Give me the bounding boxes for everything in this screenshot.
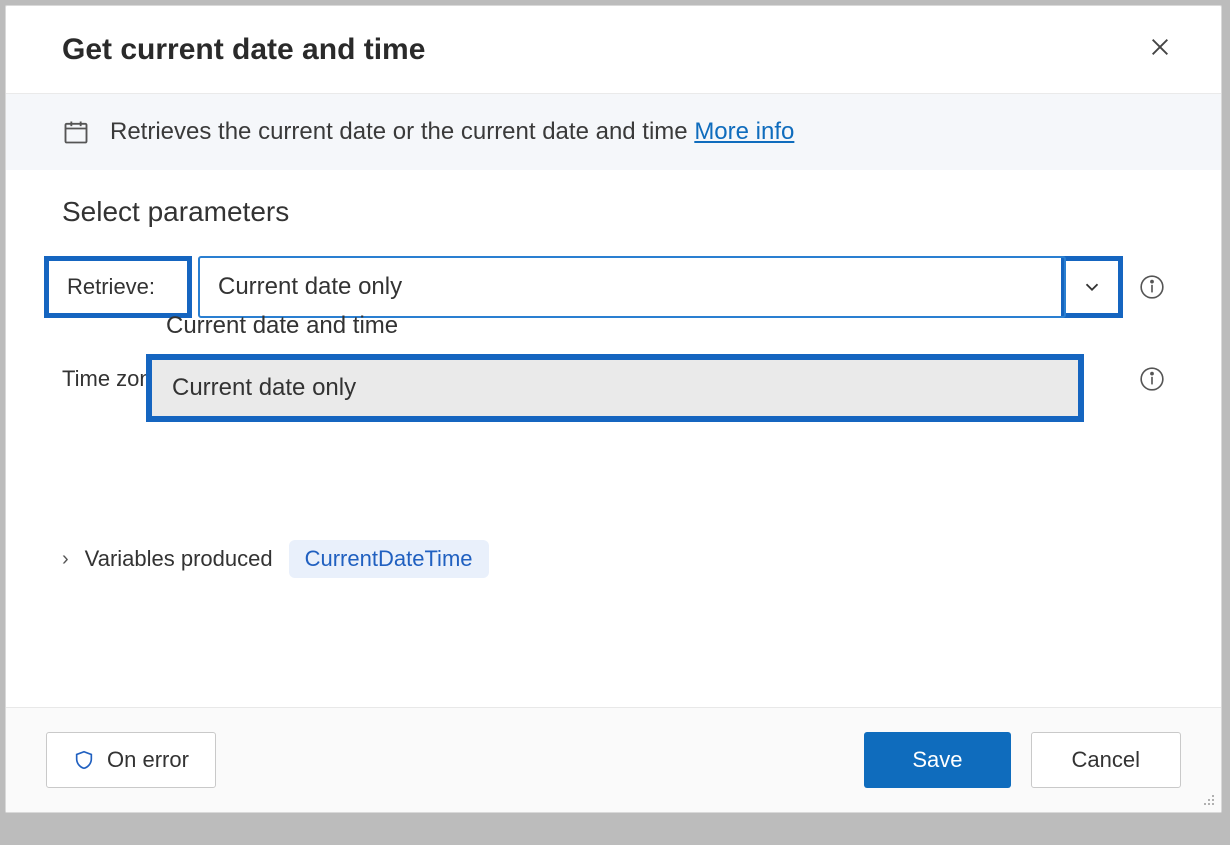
chevron-down-icon <box>1081 276 1103 298</box>
close-button[interactable] <box>1139 30 1181 69</box>
retrieve-dropdown-list: Current date and time Current date only <box>146 298 1084 422</box>
info-icon[interactable] <box>1139 366 1165 392</box>
dialog-header: Get current date and time <box>6 6 1221 94</box>
on-error-label: On error <box>107 747 189 773</box>
info-icon[interactable] <box>1139 274 1165 300</box>
description-bar: Retrieves the current date or the curren… <box>6 94 1221 170</box>
dialog-title: Get current date and time <box>62 33 425 67</box>
retrieve-label: Retrieve: <box>67 274 187 300</box>
calendar-icon <box>62 118 90 146</box>
variable-badge[interactable]: CurrentDateTime <box>289 540 489 578</box>
resize-grip-icon[interactable] <box>1201 792 1217 808</box>
dialog-footer: On error Save Cancel <box>6 707 1221 812</box>
cancel-button[interactable]: Cancel <box>1031 732 1181 788</box>
chevron-right-icon[interactable]: › <box>62 548 69 571</box>
variables-produced-row: › Variables produced CurrentDateTime <box>62 540 1165 578</box>
description-text: Retrieves the current date or the curren… <box>110 118 794 146</box>
variables-produced-label: Variables produced <box>85 546 273 572</box>
footer-right: Save Cancel <box>864 732 1181 788</box>
shield-icon <box>73 749 95 771</box>
retrieve-dropdown-value: Current date only <box>218 273 402 301</box>
more-info-link[interactable]: More info <box>694 118 794 145</box>
dropdown-option-dateonly[interactable]: Current date only <box>146 354 1084 422</box>
save-button[interactable]: Save <box>864 732 1010 788</box>
dialog: Get current date and time Retrieves the … <box>5 5 1222 813</box>
close-icon <box>1149 36 1171 58</box>
on-error-button[interactable]: On error <box>46 732 216 788</box>
dialog-body: Select parameters Retrieve: Current date… <box>6 170 1221 707</box>
section-title: Select parameters <box>62 196 1165 228</box>
dropdown-option-datetime[interactable]: Current date and time <box>146 298 1084 354</box>
